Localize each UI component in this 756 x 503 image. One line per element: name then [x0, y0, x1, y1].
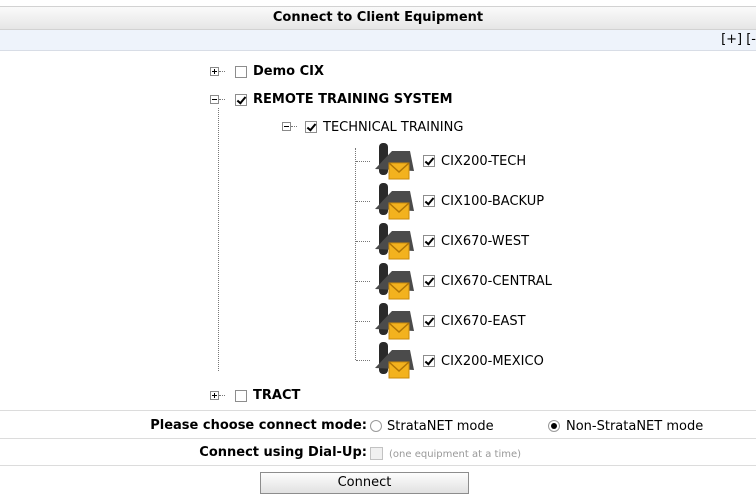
- tree-connector-line: [356, 281, 370, 282]
- panel-title-bar: Connect to Client Equipment: [0, 6, 756, 30]
- cix670-east-checkbox[interactable]: [423, 315, 435, 327]
- stratanet-mode-label[interactable]: StrataNET mode: [387, 419, 494, 434]
- equipment-tree: Demo CIX REMOTE TRAINING SYSTEM TECHNICA…: [0, 51, 756, 410]
- cix200-mexico-label[interactable]: CIX200-MEXICO: [441, 354, 544, 369]
- tree-connector-line: [219, 395, 225, 396]
- collapse-minus-icon[interactable]: [210, 95, 219, 104]
- connect-mode-row: Please choose connect mode: StrataNET mo…: [0, 410, 756, 439]
- tract-label[interactable]: TRACT: [253, 388, 300, 403]
- tree-connector-line: [356, 201, 370, 202]
- cix670-west-label[interactable]: CIX670-WEST: [441, 234, 529, 249]
- tree-connector-line: [218, 108, 219, 371]
- demo-cix-checkbox[interactable]: [235, 66, 247, 78]
- dialup-checkbox[interactable]: [370, 447, 383, 460]
- cix200-tech-checkbox[interactable]: [423, 155, 435, 167]
- tree-connector-line: [355, 148, 356, 360]
- tree-connector-line: [219, 71, 225, 72]
- cix670-central-checkbox[interactable]: [423, 275, 435, 287]
- cix670-east-label[interactable]: CIX670-EAST: [441, 314, 526, 329]
- cix100-backup-checkbox[interactable]: [423, 195, 435, 207]
- cix100-backup-label[interactable]: CIX100-BACKUP: [441, 194, 544, 209]
- demo-cix-label[interactable]: Demo CIX: [253, 64, 324, 79]
- dialup-hint: (one equipment at a time): [389, 449, 522, 460]
- technical-training-checkbox[interactable]: [305, 121, 317, 133]
- expand-collapse-links[interactable]: [+] [-: [721, 32, 756, 47]
- tree-connector-line: [291, 126, 297, 127]
- phone-email-icon: [375, 183, 414, 220]
- non-stratanet-mode-label[interactable]: Non-StrataNET mode: [566, 419, 703, 434]
- phone-email-icon: [375, 143, 414, 180]
- tree-connector-line: [356, 360, 370, 361]
- cix200-tech-label[interactable]: CIX200-TECH: [441, 154, 526, 169]
- expand-plus-icon[interactable]: [210, 391, 219, 400]
- expand-plus-icon[interactable]: [210, 67, 219, 76]
- connect-button[interactable]: Connect: [260, 472, 469, 494]
- phone-email-icon: [375, 303, 414, 340]
- phone-email-icon: [375, 342, 414, 379]
- remote-training-system-label[interactable]: REMOTE TRAINING SYSTEM: [253, 92, 453, 107]
- cix670-central-label[interactable]: CIX670-CENTRAL: [441, 274, 552, 289]
- phone-email-icon: [375, 263, 414, 300]
- remote-training-system-checkbox[interactable]: [235, 94, 247, 106]
- cix200-mexico-checkbox[interactable]: [423, 355, 435, 367]
- collapse-minus-icon[interactable]: [282, 122, 291, 131]
- non-stratanet-mode-radio[interactable]: [548, 420, 560, 432]
- tree-connector-line: [356, 241, 370, 242]
- cix670-west-checkbox[interactable]: [423, 235, 435, 247]
- technical-training-label[interactable]: TECHNICAL TRAINING: [323, 120, 463, 135]
- connect-mode-label: Please choose connect mode:: [150, 418, 367, 433]
- dialup-label: Connect using Dial-Up:: [199, 445, 367, 460]
- panel-title: Connect to Client Equipment: [272, 10, 484, 25]
- dialup-row: Connect using Dial-Up: (one equipment at…: [0, 438, 756, 466]
- tree-connector-line: [356, 321, 370, 322]
- phone-email-icon: [375, 223, 414, 260]
- expand-collapse-bar: [+] [-: [0, 30, 756, 51]
- stratanet-mode-radio[interactable]: [370, 420, 382, 432]
- tree-connector-line: [219, 99, 225, 100]
- tree-connector-line: [356, 161, 370, 162]
- tract-checkbox[interactable]: [235, 390, 247, 402]
